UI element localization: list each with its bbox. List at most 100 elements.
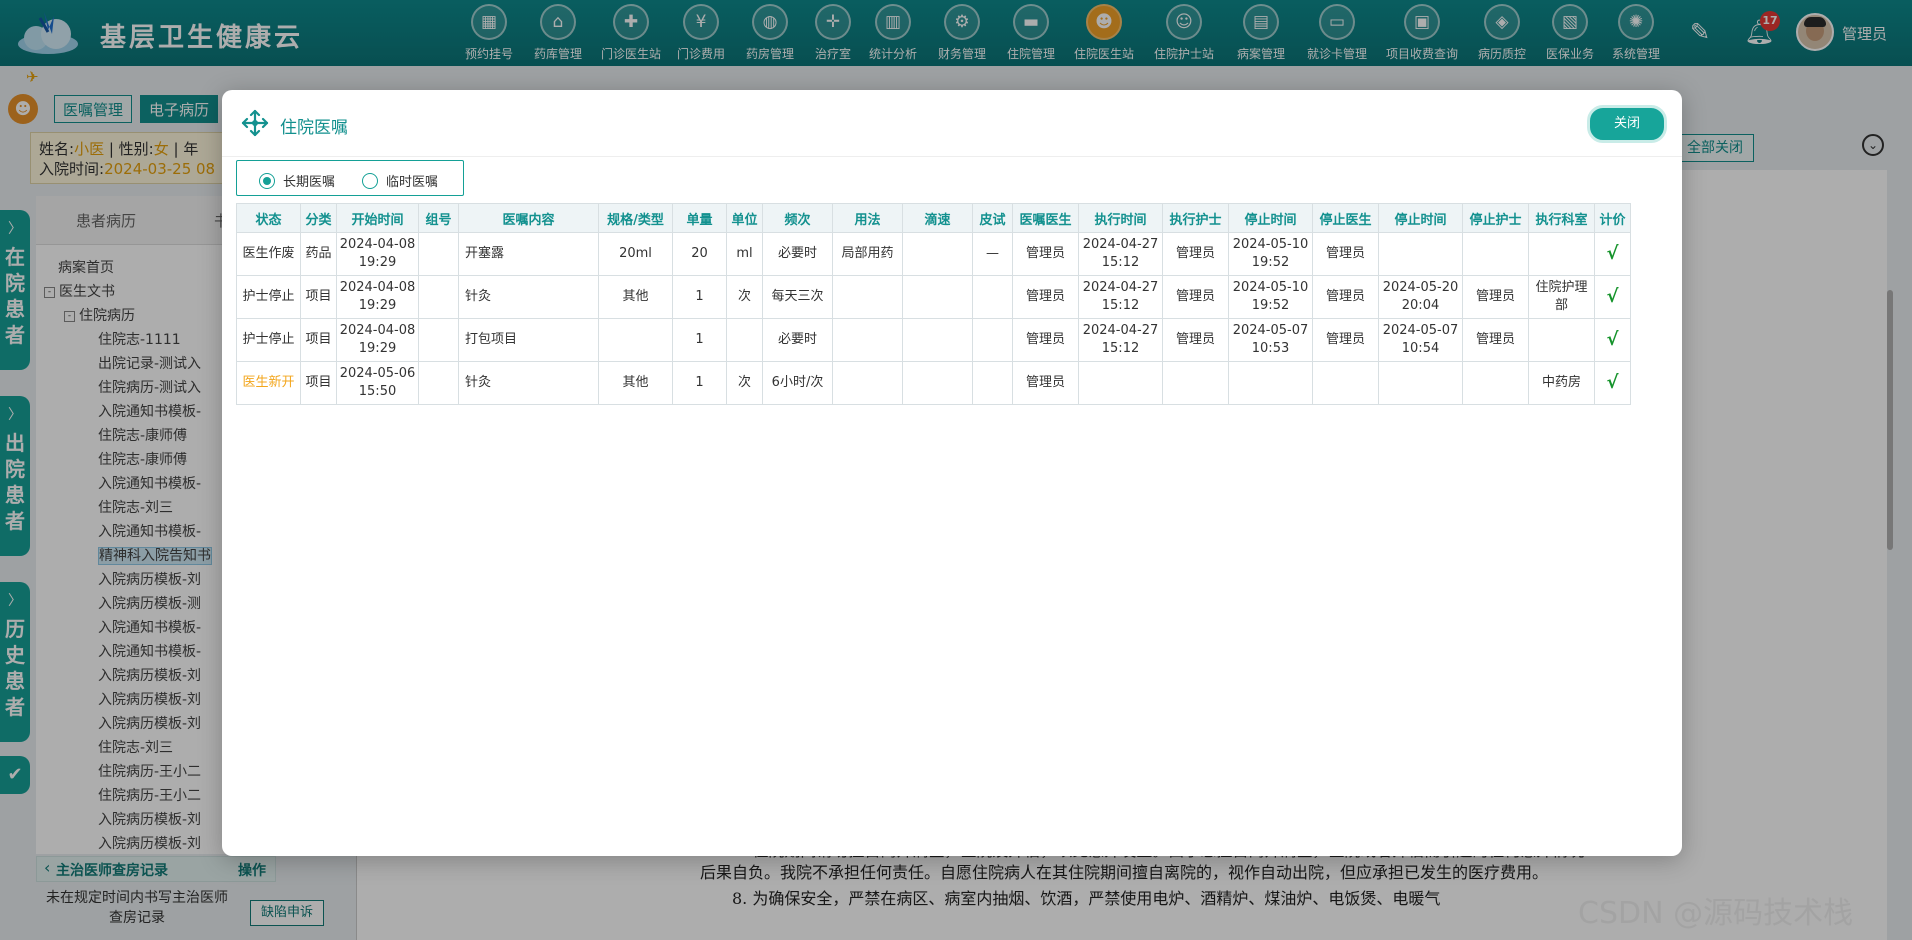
- cell-spec: 其他: [598, 275, 673, 319]
- cell-exec-nurse: 管理员: [1162, 318, 1229, 362]
- dialog-header: 住院医嘱 关闭: [222, 90, 1682, 157]
- order-type-toggle: 长期医嘱 临时医嘱: [236, 160, 464, 196]
- cell-exec-time: 2024-04-27 15:12: [1078, 275, 1163, 319]
- cell-start: 2024-04-08 19:29: [336, 318, 419, 362]
- cell-billing: √: [1594, 361, 1631, 405]
- cell-stop-nurse: 管理员: [1462, 275, 1529, 319]
- cell-category: 项目: [300, 275, 337, 319]
- cell-stop-time2: 2024-05-07 10:54: [1378, 318, 1463, 362]
- column-header[interactable]: 停止医生: [1312, 203, 1379, 233]
- column-header[interactable]: 医嘱内容: [458, 203, 599, 233]
- column-header[interactable]: 停止时间: [1378, 203, 1463, 233]
- table-row[interactable]: 护士停止 项目 2024-04-08 19:29 打包项目 1 必要时 管理员 2024-04-…: [236, 318, 1631, 362]
- column-header[interactable]: 停止护士: [1462, 203, 1529, 233]
- cell-stop-time2: [1378, 232, 1463, 276]
- column-header[interactable]: 规格/类型: [598, 203, 673, 233]
- cell-drip: [902, 318, 973, 362]
- cell-usage: [832, 361, 903, 405]
- cell-spec: [598, 318, 673, 362]
- cell-stop-time: 2024-05-10 19:52: [1228, 232, 1313, 276]
- column-header[interactable]: 组号: [418, 203, 459, 233]
- table-header-row: 状态 分类 开始时间 组号 医嘱内容 规格/类型 单量 单位 频次 用法 滴速 皮试 医嘱医生 执行时间执…: [236, 203, 1631, 233]
- cell-drip: [902, 275, 973, 319]
- column-header[interactable]: 单位: [726, 203, 763, 233]
- column-header[interactable]: 医嘱医生: [1012, 203, 1079, 233]
- cell-freq: 每天三次: [762, 275, 833, 319]
- cell-usage: [832, 275, 903, 319]
- table-row[interactable]: 医生作废 药品 2024-04-08 19:29 开塞露 20ml 20 ml 必要时 局部用药 —…: [236, 232, 1631, 276]
- cell-stop-doctor: 管理员: [1312, 318, 1379, 362]
- radio-circle[interactable]: [362, 172, 378, 189]
- cell-billing: √: [1594, 318, 1631, 362]
- cell-group: [418, 275, 459, 319]
- cell-unit: 次: [726, 275, 763, 319]
- move-icon[interactable]: [240, 108, 270, 138]
- radio-label: 长期医嘱: [283, 175, 336, 190]
- cell-dept: 住院护理部: [1528, 275, 1595, 319]
- cell-unit: [726, 318, 763, 362]
- cell-exec-nurse: 管理员: [1162, 275, 1229, 319]
- cell-stop-time2: [1378, 361, 1463, 405]
- cell-qty: 1: [672, 275, 727, 319]
- radio-label: 临时医嘱: [386, 175, 439, 190]
- cell-doctor: 管理员: [1012, 318, 1079, 362]
- cell-status: 护士停止: [236, 318, 301, 362]
- close-button[interactable]: 关闭: [1587, 105, 1667, 143]
- column-header[interactable]: 频次: [762, 203, 833, 233]
- radio-circle[interactable]: [259, 172, 275, 189]
- inpatient-orders-dialog: 住院医嘱 关闭 长期医嘱 临时医嘱 状态 分类 开始时间 组号 医嘱内容 规格/类型 单量单…: [222, 90, 1682, 856]
- orders-table: 状态 分类 开始时间 组号 医嘱内容 规格/类型 单量 单位 频次 用法 滴速 皮试 医嘱医生 执行时间执…: [236, 203, 1631, 405]
- cell-content: 针灸: [458, 361, 599, 405]
- table-row[interactable]: 护士停止 项目 2024-04-08 19:29 针灸 其他 1 次每天三次 管理员 2024-0…: [236, 275, 1631, 319]
- cell-qty: 20: [672, 232, 727, 276]
- cell-status: 护士停止: [236, 275, 301, 319]
- cell-exec-nurse: [1162, 361, 1229, 405]
- cell-freq: 6小时/次: [762, 361, 833, 405]
- column-header[interactable]: 单量: [672, 203, 727, 233]
- watermark: CSDN @源码技术栈: [1578, 896, 1854, 931]
- column-header[interactable]: 皮试: [972, 203, 1013, 233]
- cell-stop-time: [1228, 361, 1313, 405]
- cell-exec-nurse: 管理员: [1162, 232, 1229, 276]
- cell-billing: √: [1594, 275, 1631, 319]
- cell-stop-doctor: 管理员: [1312, 232, 1379, 276]
- cell-usage: 局部用药: [832, 232, 903, 276]
- cell-stop-time2: 2024-05-20 20:04: [1378, 275, 1463, 319]
- cell-stop-doctor: 管理员: [1312, 275, 1379, 319]
- column-header[interactable]: 分类: [300, 203, 337, 233]
- cell-spec: 20ml: [598, 232, 673, 276]
- cell-stop-time: 2024-05-10 19:52: [1228, 275, 1313, 319]
- radio-temporary[interactable]: 临时医嘱: [362, 171, 438, 190]
- cell-doctor: 管理员: [1012, 361, 1079, 405]
- cell-group: [418, 232, 459, 276]
- cell-spec: 其他: [598, 361, 673, 405]
- column-header[interactable]: 执行科室: [1528, 203, 1595, 233]
- table-row[interactable]: 医生新开 项目 2024-05-06 15:50 针灸 其他 1 次 6小时/次 管理员 中药房 √: [236, 361, 1631, 405]
- cell-skin-test: [972, 318, 1013, 362]
- cell-start: 2024-04-08 19:29: [336, 275, 419, 319]
- column-header[interactable]: 开始时间: [336, 203, 419, 233]
- cell-qty: 1: [672, 361, 727, 405]
- column-header[interactable]: 计价: [1594, 203, 1631, 233]
- cell-billing: √: [1594, 232, 1631, 276]
- cell-category: 项目: [300, 361, 337, 405]
- cell-skin-test: —: [972, 232, 1013, 276]
- column-header[interactable]: 状态: [236, 203, 301, 233]
- cell-unit: 次: [726, 361, 763, 405]
- cell-stop-nurse: 管理员: [1462, 318, 1529, 362]
- column-header[interactable]: 停止时间: [1228, 203, 1313, 233]
- column-header[interactable]: 用法: [832, 203, 903, 233]
- column-header[interactable]: 执行护士: [1162, 203, 1229, 233]
- column-header[interactable]: 执行时间: [1078, 203, 1163, 233]
- cell-exec-time: [1078, 361, 1163, 405]
- radio-long-term[interactable]: 长期医嘱: [259, 171, 335, 190]
- cell-qty: 1: [672, 318, 727, 362]
- cell-category: 药品: [300, 232, 337, 276]
- cell-status: 医生作废: [236, 232, 301, 276]
- cell-drip: [902, 232, 973, 276]
- cell-freq: 必要时: [762, 232, 833, 276]
- cell-group: [418, 318, 459, 362]
- column-header[interactable]: 滴速: [902, 203, 973, 233]
- cell-start: 2024-05-06 15:50: [336, 361, 419, 405]
- cell-stop-doctor: [1312, 361, 1379, 405]
